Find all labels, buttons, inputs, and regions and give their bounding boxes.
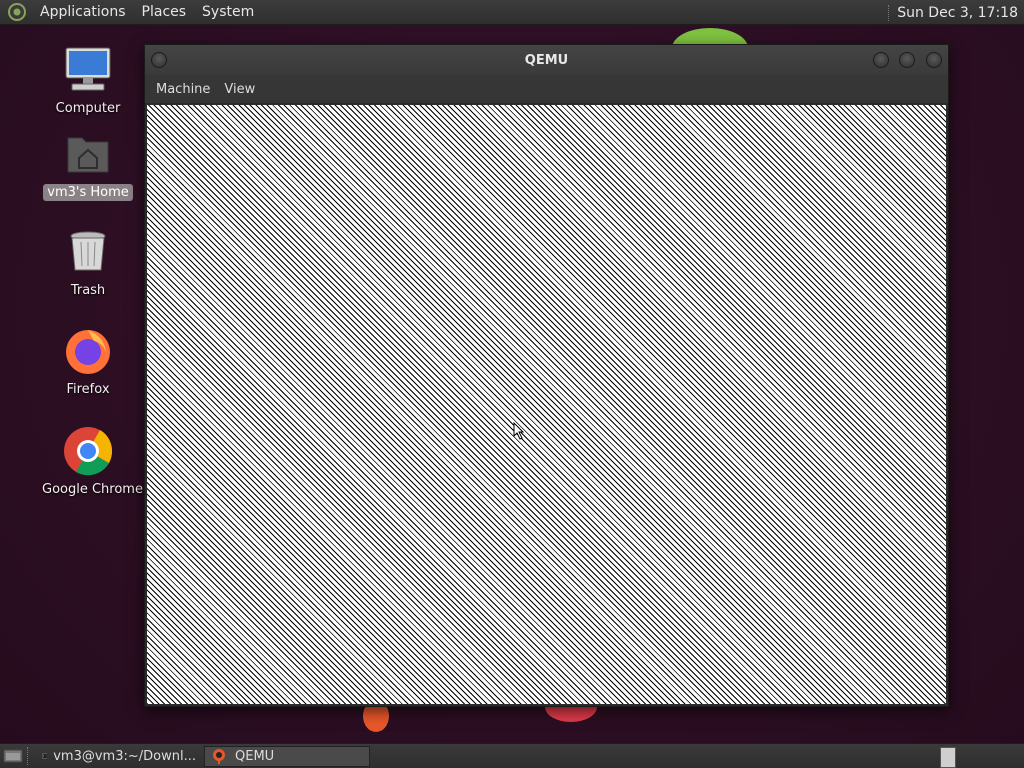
window-titlebar[interactable]: QEMU <box>145 45 948 75</box>
taskbar-item-terminal[interactable]: vm3@vm3:~/Downl... <box>36 746 202 767</box>
firefox-icon <box>66 330 110 374</box>
qemu-window[interactable]: QEMU Machine View <box>144 44 949 707</box>
desktop-icon-home[interactable]: vm3's Home <box>38 128 138 201</box>
menu-places[interactable]: Places <box>134 0 195 25</box>
close-button[interactable] <box>926 52 942 68</box>
qemu-menubar: Machine View <box>145 75 948 104</box>
top-panel-tray: Sun Dec 3, 17:18 <box>888 0 1024 25</box>
vm-display[interactable] <box>147 105 946 704</box>
desktop-icon-trash[interactable]: Trash <box>38 226 138 299</box>
desktop-icon-label: Trash <box>70 283 106 298</box>
panel-separator <box>27 747 30 765</box>
top-panel: Applications Places System Sun Dec 3, 17… <box>0 0 1024 25</box>
menu-machine[interactable]: Machine <box>149 82 217 97</box>
trash-icon <box>70 231 106 271</box>
maximize-button[interactable] <box>899 52 915 68</box>
bottom-panel: vm3@vm3:~/Downl... QEMU <box>0 743 1024 768</box>
desktop-icon-firefox[interactable]: Firefox <box>38 325 138 398</box>
clock[interactable]: Sun Dec 3, 17:18 <box>897 5 1024 21</box>
mate-logo-icon[interactable] <box>8 3 26 21</box>
show-desktop-icon[interactable] <box>3 748 23 764</box>
desktop-icon-label: vm3's Home <box>43 184 133 201</box>
taskbar-item-label: QEMU <box>235 748 275 764</box>
desktop-icon-label: Google Chrome <box>42 482 143 497</box>
home-folder-icon <box>67 137 109 173</box>
qemu-icon <box>213 749 225 764</box>
mouse-cursor-icon <box>513 422 525 440</box>
menu-applications[interactable]: Applications <box>32 0 134 25</box>
workspace-switcher[interactable] <box>940 747 956 768</box>
minimize-button[interactable] <box>873 52 889 68</box>
taskbar-item-qemu[interactable]: QEMU <box>204 745 370 767</box>
window-title: QEMU <box>524 52 569 68</box>
desktop-icon-label: Firefox <box>66 382 110 397</box>
terminal-icon <box>42 753 48 759</box>
panel-separator <box>888 4 891 21</box>
taskbar-item-label: vm3@vm3:~/Downl... <box>53 748 196 764</box>
computer-icon <box>65 47 111 91</box>
window-menu-button[interactable] <box>151 52 167 68</box>
menu-view[interactable]: View <box>217 82 262 97</box>
desktop-icon-chrome[interactable]: Google Chrome <box>38 425 143 498</box>
desktop-icon-label: Computer <box>55 101 121 116</box>
menu-system[interactable]: System <box>194 0 262 25</box>
chrome-icon <box>64 427 113 476</box>
desktop-icon-computer[interactable]: Computer <box>38 44 138 117</box>
